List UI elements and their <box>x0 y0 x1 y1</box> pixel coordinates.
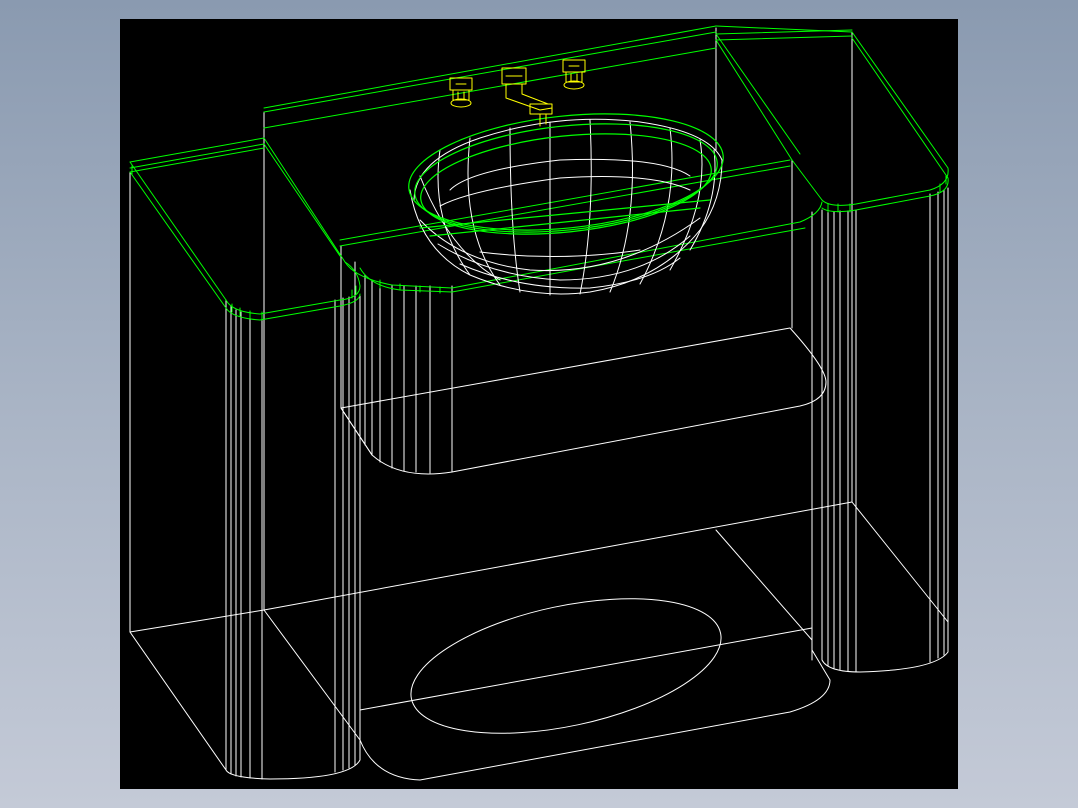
bottom-base <box>129 501 949 781</box>
right-back-pillar <box>715 27 853 503</box>
spout-icon <box>501 67 553 127</box>
cad-viewport[interactable] <box>120 19 958 789</box>
app-background <box>0 0 1078 808</box>
center-left-pillar <box>340 245 453 474</box>
wireframe-drawing <box>129 25 949 781</box>
sink-basin <box>408 113 724 296</box>
right-front-pillar <box>811 187 949 673</box>
left-handle-icon <box>449 77 473 108</box>
countertop <box>129 25 949 321</box>
left-front-pillar <box>225 295 361 780</box>
vanity-cabinet <box>129 27 949 781</box>
countertop-top-surface <box>129 29 949 321</box>
middle-shelf <box>340 327 827 475</box>
base-oval <box>410 598 722 734</box>
backsplash <box>263 25 853 129</box>
countertop-edge-facets <box>131 165 947 321</box>
basin-bowl-mesh <box>409 118 723 296</box>
left-back-pillar <box>129 111 265 633</box>
right-handle-icon <box>562 59 586 90</box>
basin-rim <box>408 113 724 237</box>
